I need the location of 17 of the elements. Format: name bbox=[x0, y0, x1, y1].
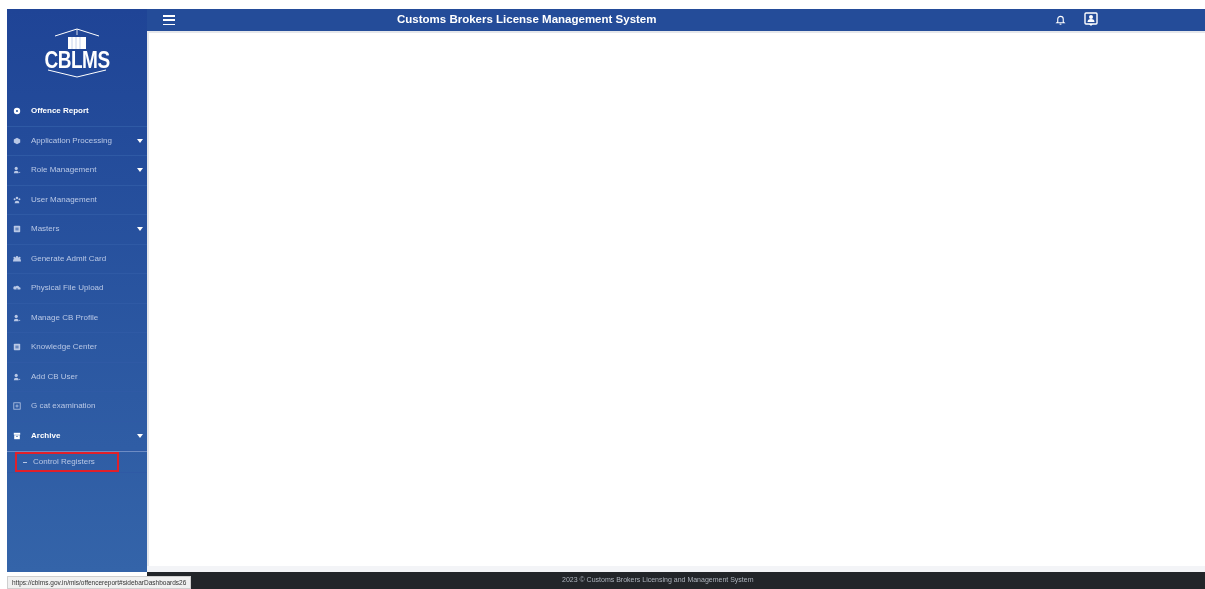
users-icon bbox=[13, 195, 21, 204]
user-icon bbox=[13, 166, 21, 175]
app-title: Customs Brokers License Management System bbox=[397, 12, 657, 28]
plusbox-icon bbox=[13, 402, 21, 411]
logo-emblem-icon bbox=[52, 28, 102, 50]
archive-icon bbox=[13, 431, 21, 440]
logo-chevron-icon bbox=[47, 69, 107, 78]
menu-icon[interactable] bbox=[163, 15, 175, 25]
profile-icon[interactable] bbox=[1084, 12, 1098, 27]
user-icon bbox=[13, 313, 21, 322]
bell-icon[interactable] bbox=[1055, 14, 1066, 26]
submenu-item[interactable]: Control Registers bbox=[15, 452, 119, 472]
cube-icon bbox=[13, 136, 21, 145]
user-icon bbox=[13, 372, 21, 381]
group-icon bbox=[13, 254, 21, 263]
logo-text: CBLMS bbox=[44, 47, 110, 72]
cloud-icon bbox=[13, 284, 21, 293]
